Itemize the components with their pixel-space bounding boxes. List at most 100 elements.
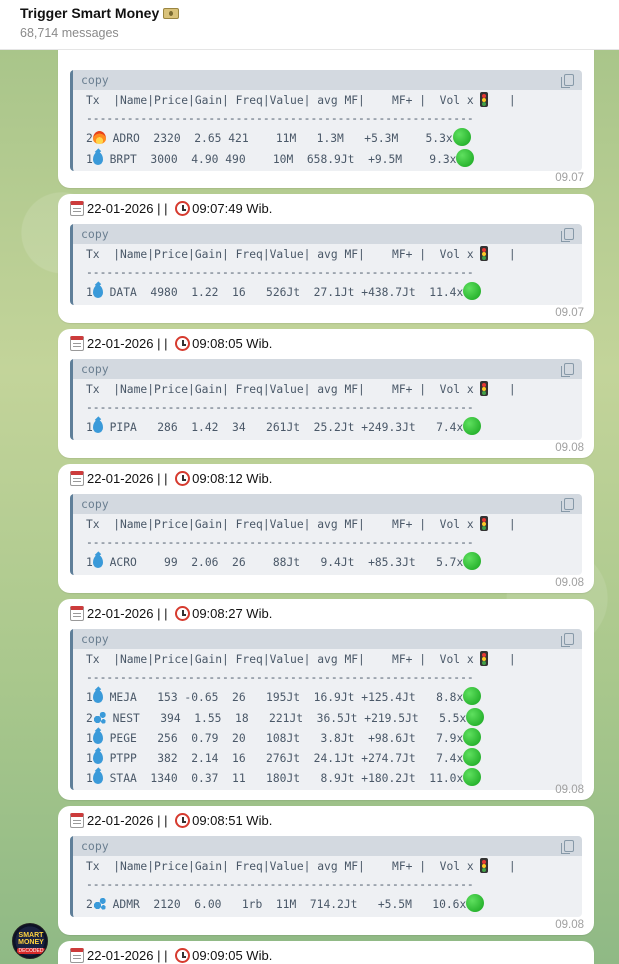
- row-data: BRPT 3000 4.90 490 10M 658.9Jt +9.5M 9.3…: [102, 152, 457, 166]
- alarm-clock-icon: [175, 201, 191, 216]
- message-time: 09:08:27 Wib.: [192, 606, 273, 621]
- message-header: 22-01-2026 | | 09:08:05 Wib.: [70, 336, 272, 351]
- code-block-body: Tx |Name|Price|Gain| Freq|Value| avg MF|…: [73, 514, 582, 575]
- code-block-header: copy: [73, 359, 582, 379]
- message-bubble[interactable]: 22-01-2026 | | 09:08:05 Wib. copy Tx |Name…: [58, 329, 594, 458]
- message-separator: | |: [153, 336, 172, 351]
- table-separator: ----------------------------------------…: [86, 401, 474, 415]
- row-data: PTPP 382 2.14 16 276Jt 24.1Jt +274.7Jt 7…: [102, 752, 464, 766]
- table-row: 1 STAA 1340 0.37 11 180Jt 8.9Jt +180.2Jt…: [86, 768, 582, 788]
- message-bubble[interactable]: 22-01-2026 | | 09:08:12 Wib. copy Tx |Name…: [58, 464, 594, 593]
- alarm-clock-icon: [175, 471, 191, 486]
- calendar-icon: [70, 201, 84, 216]
- copy-icon[interactable]: [561, 840, 574, 854]
- green-circle-icon: [452, 128, 471, 147]
- chat-title[interactable]: Trigger Smart Money: [20, 5, 180, 21]
- message-date: 22-01-2026: [87, 813, 154, 828]
- copy-icon[interactable]: [561, 228, 574, 242]
- message-bubble[interactable]: 22-01-2026 | | 09:08:51 Wib. copy Tx |Name…: [58, 806, 594, 935]
- code-language-label: copy: [81, 839, 109, 853]
- copy-icon[interactable]: [561, 74, 574, 88]
- alarm-clock-icon: [175, 813, 191, 828]
- code-language-label: copy: [81, 497, 109, 511]
- code-language-label: copy: [81, 362, 109, 376]
- droplet-icon: [92, 751, 103, 765]
- row-data: ADMR 2120 6.00 1rb 11M 714.2Jt +5.5M 10.…: [105, 898, 467, 912]
- calendar-icon: [70, 471, 84, 486]
- table-row: 1 ACRO 99 2.06 26 88Jt 9.4Jt +85.3Jt 5.7…: [86, 552, 582, 572]
- traffic-light-icon: [480, 651, 489, 666]
- code-block[interactable]: copy Tx |Name|Price|Gain| Freq|Value| avg…: [70, 836, 582, 917]
- row-tx: 1: [86, 556, 93, 570]
- calendar-icon: [70, 813, 84, 828]
- table-header-row: Tx |Name|Price|Gain| Freq|Value| avg MF|…: [86, 92, 516, 107]
- alarm-clock-icon: [175, 336, 191, 351]
- table-separator: ----------------------------------------…: [86, 266, 474, 280]
- code-block-body: Tx |Name|Price|Gain| Freq|Value| avg MF|…: [73, 856, 582, 917]
- droplet-icon: [92, 420, 103, 434]
- avatar-text: SMART MONEY: [18, 932, 44, 946]
- row-tx: 2: [86, 711, 93, 725]
- message-bubble[interactable]: 22-01-2026 | | 09:08:27 Wib. copy Tx |Name…: [58, 599, 594, 800]
- fire-icon: [92, 131, 106, 145]
- code-block[interactable]: copy Tx |Name|Price|Gain| Freq|Value| avg…: [70, 224, 582, 305]
- message-separator: | |: [153, 471, 172, 486]
- message-bubble[interactable]: 22-01-2026 | | 09:07:49 Wib. copy Tx |Name…: [58, 194, 594, 323]
- table-separator: ----------------------------------------…: [86, 671, 474, 685]
- calendar-icon: [70, 336, 84, 351]
- row-tx: 1: [86, 152, 93, 166]
- table-header-text: Tx |Name|Price|Gain| Freq|Value| avg MF|…: [86, 248, 481, 261]
- row-tx: 1: [86, 691, 93, 705]
- table-separator: ----------------------------------------…: [86, 878, 474, 892]
- code-language-label: copy: [81, 632, 109, 646]
- message-timestamp: 09.08: [555, 919, 584, 931]
- table-header-text: Tx |Name|Price|Gain| Freq|Value| avg MF|…: [86, 518, 481, 531]
- message-date: 22-01-2026: [87, 606, 154, 621]
- table-row: 1 PEGE 256 0.79 20 108Jt 3.8Jt +98.6Jt 7…: [86, 727, 582, 748]
- traffic-light-icon: [480, 246, 489, 261]
- copy-icon[interactable]: [561, 363, 574, 377]
- message-bubble[interactable]: 22-01-2026 | | 09:09:05 Wib.: [58, 941, 594, 964]
- table-header-row: Tx |Name|Price|Gain| Freq|Value| avg MF|…: [86, 516, 516, 531]
- message-time: 09:07:49 Wib.: [192, 201, 273, 216]
- code-block-header: copy: [73, 494, 582, 514]
- green-circle-icon: [463, 282, 482, 301]
- message-bubble[interactable]: 22-01-2026 | | 09:07:47 Wib.copyTx |Name…: [58, 33, 594, 188]
- green-circle-icon: [466, 894, 485, 913]
- row-data: NEST 394 1.55 18 221Jt 36.5Jt +219.5Jt 5…: [105, 711, 467, 725]
- code-block[interactable]: copy Tx |Name|Price|Gain| Freq|Value| avg…: [70, 629, 582, 791]
- alarm-clock-icon: [175, 606, 191, 621]
- copy-icon[interactable]: [561, 498, 574, 512]
- message-separator: | |: [153, 201, 172, 216]
- message-date: 22-01-2026: [87, 948, 154, 963]
- green-circle-icon: [466, 707, 485, 726]
- row-data: PEGE 256 0.79 20 108Jt 3.8Jt +98.6Jt 7.9…: [102, 731, 464, 745]
- code-block[interactable]: copy Tx |Name|Price|Gain| Freq|Value| avg…: [70, 494, 582, 575]
- message-header: 22-01-2026 | | 09:08:51 Wib.: [70, 813, 272, 828]
- row-tx: 2: [86, 132, 93, 146]
- code-language-label: copy: [81, 73, 109, 87]
- green-circle-icon: [463, 768, 482, 787]
- code-block-header: copy: [73, 70, 582, 90]
- table-header-text: Tx |Name|Price|Gain| Freq|Value| avg MF|…: [86, 383, 481, 396]
- code-block[interactable]: copy Tx |Name|Price|Gain| Freq|Value| avg…: [70, 70, 582, 171]
- code-block-header: copy: [73, 629, 582, 649]
- code-block-body: Tx |Name|Price|Gain| Freq|Value| avg MF|…: [73, 649, 582, 790]
- message-separator: | |: [153, 813, 172, 828]
- row-tx: 1: [86, 772, 93, 786]
- chat-title-text: Trigger Smart Money: [20, 5, 160, 21]
- traffic-light-icon: [480, 516, 489, 531]
- table-separator: ----------------------------------------…: [86, 112, 474, 126]
- message-header: 22-01-2026 | | 09:07:49 Wib.: [70, 201, 272, 216]
- channel-avatar[interactable]: SMART MONEY DECODED: [12, 923, 48, 959]
- green-circle-icon: [463, 727, 482, 746]
- table-header-text: Tx |Name|Price|Gain| Freq|Value| avg MF|…: [86, 94, 481, 107]
- copy-icon[interactable]: [561, 633, 574, 647]
- code-language-label: copy: [81, 227, 109, 241]
- code-block[interactable]: copy Tx |Name|Price|Gain| Freq|Value| avg…: [70, 359, 582, 440]
- message-date: 22-01-2026: [87, 471, 154, 486]
- row-data: DATA 4980 1.22 16 526Jt 27.1Jt +438.7Jt …: [102, 286, 464, 300]
- calendar-icon: [70, 948, 84, 963]
- sweat-droplets-icon: [92, 897, 106, 911]
- row-tx: 2: [86, 898, 93, 912]
